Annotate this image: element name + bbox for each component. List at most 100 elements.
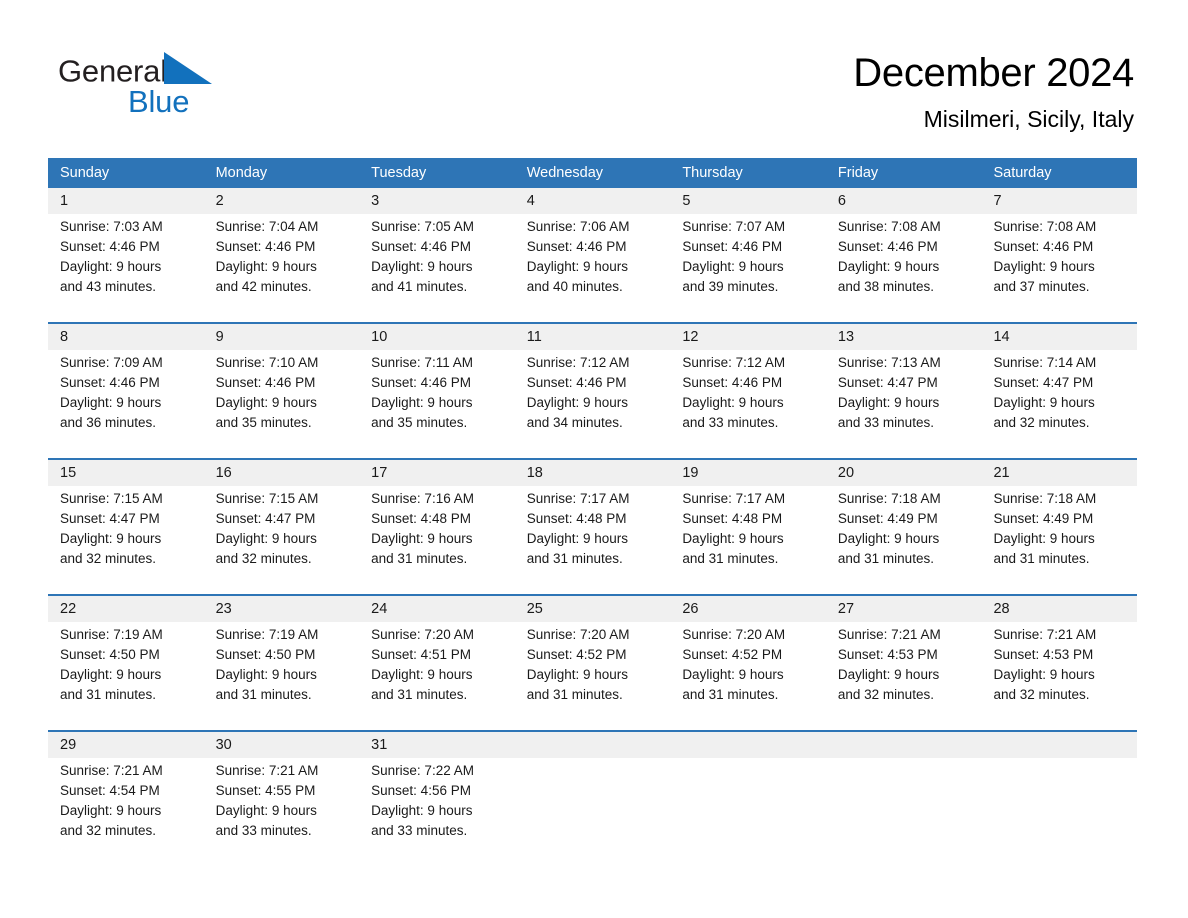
day-cell[interactable]: Sunrise: 7:07 AM Sunset: 4:46 PM Dayligh…: [670, 214, 826, 322]
daylight-text-line1: Daylight: 9 hours: [215, 667, 317, 682]
daylight-text-line2: and 32 minutes.: [837, 687, 934, 702]
day-cell[interactable]: Sunrise: 7:19 AM Sunset: 4:50 PM Dayligh…: [204, 622, 360, 730]
week-1-daynumber-band: 1 2 3 4 5 6 7: [48, 188, 1137, 214]
day-number[interactable]: 31: [359, 732, 515, 758]
day-number[interactable]: 10: [359, 324, 515, 350]
day-number[interactable]: 12: [670, 324, 826, 350]
day-number[interactable]: 16: [204, 460, 360, 486]
day-number[interactable]: 22: [48, 596, 204, 622]
day-number[interactable]: 11: [515, 324, 671, 350]
day-number[interactable]: 25: [515, 596, 671, 622]
day-number[interactable]: 8: [48, 324, 204, 350]
day-cell[interactable]: Sunrise: 7:21 AM Sunset: 4:53 PM Dayligh…: [981, 622, 1137, 730]
day-cell[interactable]: Sunrise: 7:05 AM Sunset: 4:46 PM Dayligh…: [359, 214, 515, 322]
sunrise-text: Sunrise: 7:22 AM: [371, 763, 474, 778]
day-number[interactable]: 26: [670, 596, 826, 622]
day-number[interactable]: 6: [826, 188, 982, 214]
daylight-text-line2: and 40 minutes.: [526, 279, 623, 294]
day-cell[interactable]: Sunrise: 7:16 AM Sunset: 4:48 PM Dayligh…: [359, 486, 515, 594]
day-cell[interactable]: Sunrise: 7:18 AM Sunset: 4:49 PM Dayligh…: [981, 486, 1137, 594]
day-cell[interactable]: Sunrise: 7:12 AM Sunset: 4:46 PM Dayligh…: [515, 350, 671, 458]
daylight-text-line1: Daylight: 9 hours: [837, 395, 940, 410]
day-number[interactable]: 27: [826, 596, 982, 622]
day-number[interactable]: 9: [204, 324, 360, 350]
sunrise-text: Sunrise: 7:17 AM: [526, 491, 630, 506]
day-cell[interactable]: Sunrise: 7:18 AM Sunset: 4:49 PM Dayligh…: [826, 486, 982, 594]
day-cell[interactable]: Sunrise: 7:14 AM Sunset: 4:47 PM Dayligh…: [981, 350, 1137, 458]
sunset-text: Sunset: 4:52 PM: [526, 647, 627, 662]
daylight-text-line2: and 32 minutes.: [60, 823, 157, 838]
day-cell[interactable]: Sunrise: 7:20 AM Sunset: 4:51 PM Dayligh…: [359, 622, 515, 730]
sunset-text: Sunset: 4:50 PM: [215, 647, 316, 662]
day-cell[interactable]: Sunrise: 7:21 AM Sunset: 4:54 PM Dayligh…: [48, 758, 204, 866]
daylight-text-line2: and 33 minutes.: [682, 415, 779, 430]
sunrise-text: Sunrise: 7:20 AM: [682, 627, 786, 642]
sunset-text: Sunset: 4:49 PM: [837, 511, 938, 526]
day-cell[interactable]: Sunrise: 7:08 AM Sunset: 4:46 PM Dayligh…: [826, 214, 982, 322]
day-cell[interactable]: Sunrise: 7:12 AM Sunset: 4:46 PM Dayligh…: [670, 350, 826, 458]
sunset-text: Sunset: 4:46 PM: [371, 239, 471, 254]
sunrise-text: Sunrise: 7:06 AM: [526, 219, 630, 234]
sunset-text: Sunset: 4:48 PM: [682, 511, 783, 526]
daylight-text-line1: Daylight: 9 hours: [682, 667, 784, 682]
day-number[interactable]: 1: [48, 188, 204, 214]
day-cell[interactable]: Sunrise: 7:08 AM Sunset: 4:46 PM Dayligh…: [981, 214, 1137, 322]
day-number[interactable]: 2: [204, 188, 360, 214]
day-cell[interactable]: Sunrise: 7:17 AM Sunset: 4:48 PM Dayligh…: [670, 486, 826, 594]
day-number[interactable]: 13: [826, 324, 982, 350]
day-cell[interactable]: Sunrise: 7:09 AM Sunset: 4:46 PM Dayligh…: [48, 350, 204, 458]
weekday-header-wednesday: Wednesday: [526, 165, 604, 181]
day-number[interactable]: 17: [359, 460, 515, 486]
day-number[interactable]: 4: [515, 188, 671, 214]
day-number[interactable]: 28: [981, 596, 1137, 622]
sunrise-text: Sunrise: 7:03 AM: [60, 219, 163, 234]
daylight-text-line1: Daylight: 9 hours: [837, 667, 940, 682]
day-cell[interactable]: Sunrise: 7:06 AM Sunset: 4:46 PM Dayligh…: [515, 214, 671, 322]
day-number[interactable]: 30: [204, 732, 360, 758]
day-cell[interactable]: Sunrise: 7:15 AM Sunset: 4:47 PM Dayligh…: [48, 486, 204, 594]
daylight-text-line1: Daylight: 9 hours: [60, 395, 162, 410]
day-number[interactable]: 23: [204, 596, 360, 622]
general-blue-logo[interactable]: General Blue: [58, 52, 358, 124]
week-2-detail-band: Sunrise: 7:09 AM Sunset: 4:46 PM Dayligh…: [48, 350, 1137, 458]
day-number[interactable]: 7: [981, 188, 1137, 214]
daylight-text-line1: Daylight: 9 hours: [526, 259, 629, 274]
day-cell[interactable]: Sunrise: 7:10 AM Sunset: 4:46 PM Dayligh…: [204, 350, 360, 458]
day-cell[interactable]: Sunrise: 7:03 AM Sunset: 4:46 PM Dayligh…: [48, 214, 204, 322]
week-5-daynumber-band: 29 30 31: [48, 730, 1137, 758]
day-cell[interactable]: Sunrise: 7:21 AM Sunset: 4:53 PM Dayligh…: [826, 622, 982, 730]
daylight-text-line2: and 32 minutes.: [215, 551, 312, 566]
day-cell[interactable]: Sunrise: 7:20 AM Sunset: 4:52 PM Dayligh…: [670, 622, 826, 730]
day-cell[interactable]: Sunrise: 7:20 AM Sunset: 4:52 PM Dayligh…: [515, 622, 671, 730]
daylight-text-line1: Daylight: 9 hours: [215, 395, 317, 410]
day-cell[interactable]: Sunrise: 7:21 AM Sunset: 4:55 PM Dayligh…: [204, 758, 360, 866]
day-number[interactable]: 15: [48, 460, 204, 486]
sunset-text: Sunset: 4:52 PM: [682, 647, 783, 662]
logo-bottom-row: Blue: [58, 84, 358, 120]
day-number[interactable]: 3: [359, 188, 515, 214]
day-number[interactable]: 5: [670, 188, 826, 214]
daylight-text-line1: Daylight: 9 hours: [993, 667, 1095, 682]
day-number[interactable]: 20: [826, 460, 982, 486]
day-number[interactable]: 21: [981, 460, 1137, 486]
day-cell[interactable]: Sunrise: 7:11 AM Sunset: 4:46 PM Dayligh…: [359, 350, 515, 458]
day-number[interactable]: 19: [670, 460, 826, 486]
logo-top-row: General: [58, 52, 358, 89]
day-cell[interactable]: Sunrise: 7:15 AM Sunset: 4:47 PM Dayligh…: [204, 486, 360, 594]
calendar-week-row: 1 2 3 4 5 6 7 Sunrise: 7:03 AM Sunset: 4…: [48, 188, 1137, 322]
daylight-text-line1: Daylight: 9 hours: [993, 395, 1095, 410]
calendar-week-row: 8 9 10 11 12 13 14 Sunrise: 7:09 AM Suns…: [48, 322, 1137, 458]
day-cell[interactable]: Sunrise: 7:13 AM Sunset: 4:47 PM Dayligh…: [826, 350, 982, 458]
day-number[interactable]: 18: [515, 460, 671, 486]
calendar-grid: Sunday Monday Tuesday Wednesday Thursday…: [48, 158, 1137, 866]
sunset-text: Sunset: 4:53 PM: [837, 647, 938, 662]
sunrise-text: Sunrise: 7:19 AM: [60, 627, 163, 642]
day-number[interactable]: 14: [981, 324, 1137, 350]
day-cell[interactable]: Sunrise: 7:19 AM Sunset: 4:50 PM Dayligh…: [48, 622, 204, 730]
day-cell[interactable]: Sunrise: 7:04 AM Sunset: 4:46 PM Dayligh…: [204, 214, 360, 322]
logo-text-blue: Blue: [128, 84, 190, 119]
day-cell[interactable]: Sunrise: 7:17 AM Sunset: 4:48 PM Dayligh…: [515, 486, 671, 594]
day-number[interactable]: 29: [48, 732, 204, 758]
day-cell[interactable]: Sunrise: 7:22 AM Sunset: 4:56 PM Dayligh…: [359, 758, 515, 866]
day-number[interactable]: 24: [359, 596, 515, 622]
